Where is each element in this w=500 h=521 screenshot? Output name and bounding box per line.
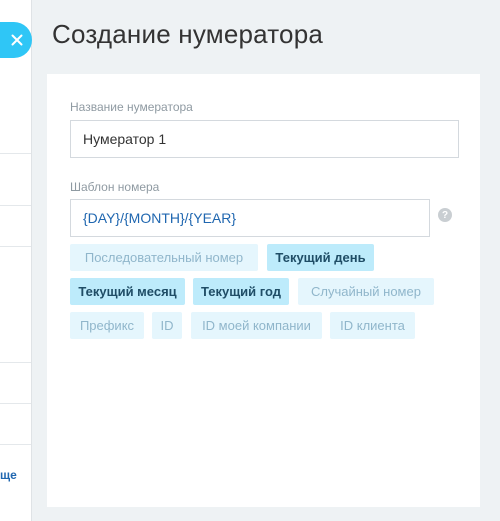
template-label: Шаблон номера [70,180,160,194]
chip-client-id[interactable]: ID клиента [330,312,415,339]
numerator-form: Название нумератора Нумератор 1 Шаблон н… [47,74,480,507]
chip-current-year[interactable]: Текущий год [193,278,289,305]
divider [0,362,31,363]
question-icon[interactable]: ? [438,208,452,222]
chip-current-month[interactable]: Текущий месяц [70,278,185,305]
chip-my-company-id[interactable]: ID моей компании [191,312,322,339]
divider [0,403,31,404]
chip-prefix[interactable]: Префикс [70,312,144,339]
background-link[interactable]: ще [0,468,17,482]
numerator-name-input[interactable]: Нумератор 1 [70,120,459,158]
divider [0,246,31,247]
number-template-input[interactable]: {DAY}/{MONTH}/{YEAR} [70,199,430,237]
name-label: Название нумератора [70,100,193,114]
close-icon [11,34,23,46]
chip-random-number[interactable]: Случайный номер [298,278,434,305]
slider-panel: Создание нумератора Название нумератора … [32,0,500,521]
page-title: Создание нумератора [52,19,324,49]
background-page: ще [0,0,32,521]
chip-id[interactable]: ID [152,312,182,339]
divider [0,153,31,154]
chip-current-day[interactable]: Текущий день [267,244,374,271]
divider [0,205,31,206]
divider [0,444,31,445]
chip-sequential-number[interactable]: Последовательный номер [70,244,258,271]
